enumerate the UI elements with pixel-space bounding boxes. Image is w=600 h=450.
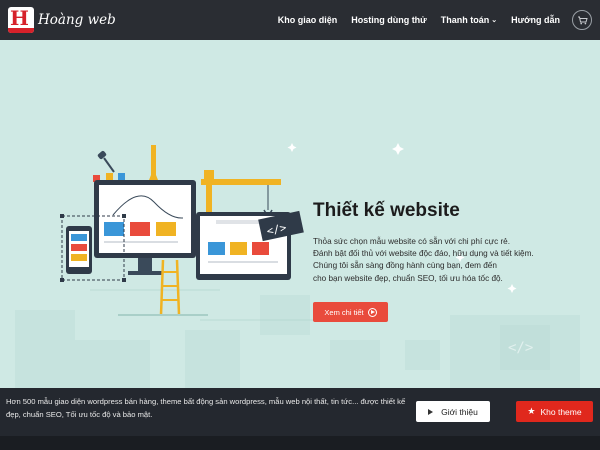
web-design-illustration: </> — [60, 145, 304, 316]
bottom-info-bar: Hơn 500 mẫu giao diện wordpress bán hàng… — [0, 388, 600, 436]
nav-item-thanh-toan[interactable]: Thanh toán ⌄ — [441, 15, 497, 25]
nav-item-label: Thanh toán — [440, 15, 490, 25]
svg-text:</>: </> — [508, 340, 533, 356]
theme-store-label: Kho theme — [540, 406, 582, 417]
main-nav: Kho giao diện Hosting dùng thử Thanh toá… — [264, 0, 592, 40]
logo[interactable]: H Hoàng web — [8, 7, 116, 33]
intro-button-label: Giới thiệu — [441, 406, 478, 417]
play-icon — [428, 408, 434, 415]
nav-item-label: Hosting dùng thử — [351, 15, 427, 25]
bottom-info-text: Hơn 500 mẫu giao diện wordpress bán hàng… — [6, 397, 406, 419]
nav-item-huong-dan[interactable]: Hướng dẫn — [511, 15, 560, 25]
theme-store-button[interactable]: ★ Kho theme — [516, 401, 593, 422]
hero-desc-line: cho bạn website đẹp, chuẩn SEO, tối ưu h… — [313, 273, 503, 283]
logo-icon: H — [8, 7, 34, 33]
site-header: H Hoàng web Kho giao diện Hosting dùng t… — [0, 0, 600, 40]
hero-banner: </> </> Thiết kế website Thỏa sức chọn m… — [0, 40, 600, 388]
logo-text: Hoàng web — [38, 12, 116, 28]
intro-button[interactable]: Giới thiệu — [416, 401, 490, 422]
play-circle-icon — [367, 307, 377, 317]
chevron-down-icon: ⌄ — [491, 17, 498, 24]
hero-desc-line: Thỏa sức chọn mẫu website có sẵn với chi… — [313, 237, 510, 246]
footer-strip — [0, 436, 600, 450]
view-details-button[interactable]: Xem chi tiết — [313, 302, 388, 322]
star-icon: ★ — [527, 406, 536, 416]
hero-desc-line: Đánh bật đối thủ với website độc đáo, hữ… — [313, 249, 534, 259]
hero-description: Thỏa sức chọn mẫu website có sẵn với chi… — [313, 236, 593, 285]
view-details-label: Xem chi tiết — [324, 307, 364, 317]
nav-item-hosting[interactable]: Hosting dùng thử — [351, 15, 427, 25]
nav-item-label: Kho giao diện — [277, 15, 338, 25]
nav-item-label: Hướng dẫn — [511, 15, 560, 25]
nav-item-kho-giao-dien[interactable]: Kho giao diện — [278, 15, 338, 25]
cart-icon[interactable] — [572, 10, 592, 30]
hero-title: Thiết kế website — [313, 200, 460, 221]
hero-desc-line: Chúng tôi sẵn sàng đồng hành cùng bạn, đ… — [313, 261, 497, 271]
